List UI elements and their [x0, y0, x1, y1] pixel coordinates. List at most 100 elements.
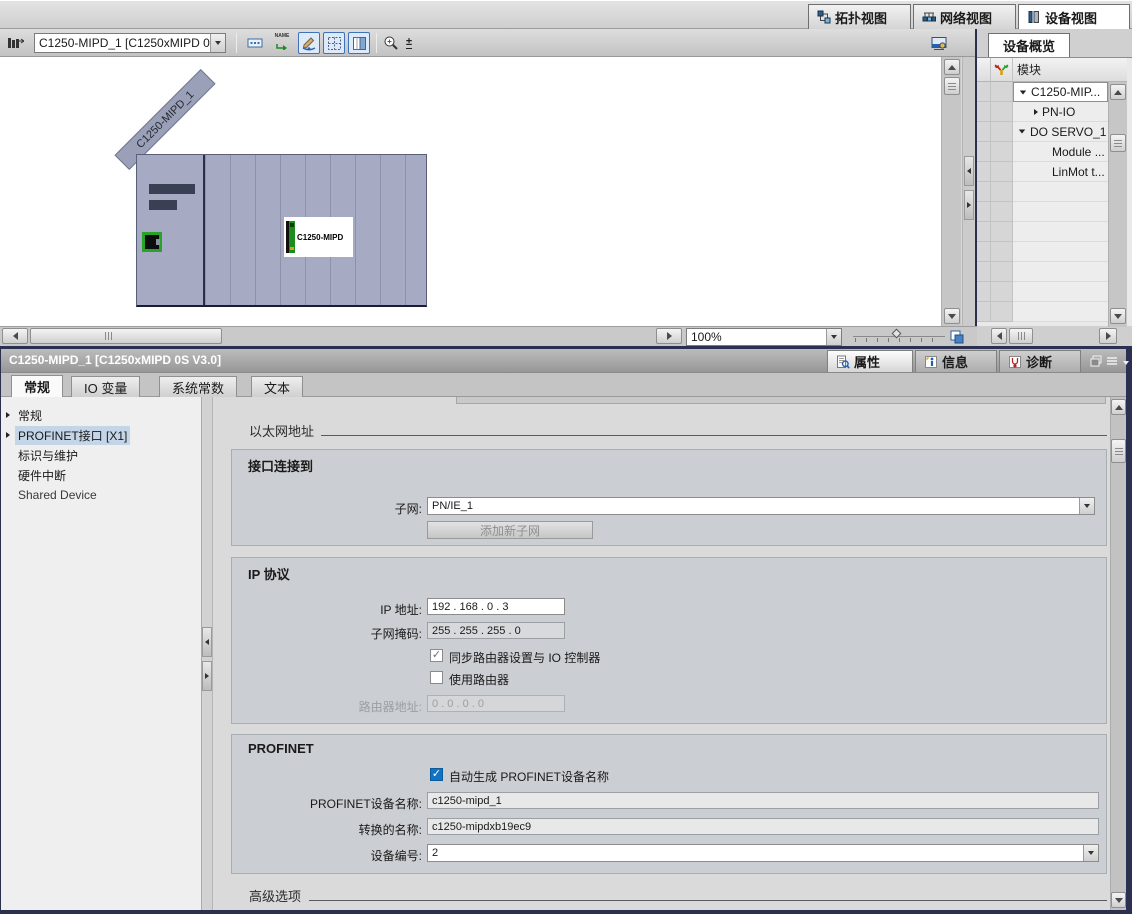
- menu-list-icon[interactable]: [1105, 354, 1119, 368]
- zoom-slider[interactable]: [853, 329, 945, 344]
- float-window-icon[interactable]: [1089, 354, 1103, 368]
- properties-splitter[interactable]: [202, 397, 213, 910]
- subnet-mask-field[interactable]: 255 . 255 . 255 . 0: [427, 622, 565, 639]
- form-vertical-scrollbar[interactable]: [1110, 397, 1126, 910]
- canvas-scroll-right-button[interactable]: [656, 328, 682, 344]
- tab-texts[interactable]: 文本: [251, 376, 303, 397]
- expand-icon[interactable]: [1034, 109, 1038, 115]
- zoom-dropdown-arrow-icon[interactable]: [826, 329, 841, 345]
- overview-empty-row: [977, 242, 1127, 262]
- collapse-icon[interactable]: [1020, 90, 1026, 94]
- nav-item-general[interactable]: 常规: [1, 405, 201, 425]
- show-module-labels-button[interactable]: NAME: [271, 32, 293, 54]
- edit-mode-button[interactable]: [298, 32, 320, 54]
- show-addresses-button[interactable]: [244, 32, 266, 54]
- use-router-checkbox[interactable]: [430, 671, 443, 684]
- show-grid-button[interactable]: [323, 32, 345, 54]
- subnet-dropdown-arrow-icon[interactable]: [1079, 498, 1094, 514]
- properties-splitter-right-handle[interactable]: [202, 661, 212, 691]
- nav-item-profinet-interface[interactable]: PROFINET接口 [X1]: [1, 425, 201, 445]
- overview-row-doservo[interactable]: DO SERVO_1: [977, 122, 1127, 142]
- overview-scroll-right-button[interactable]: [1099, 328, 1117, 344]
- subnet-label: 子网:: [232, 500, 422, 517]
- subnet-dropdown[interactable]: PN/IE_1: [427, 497, 1095, 515]
- rack-vent-bar-small: [149, 200, 177, 210]
- canvas-hscroll-thumb[interactable]: [30, 328, 222, 344]
- overview-row-c1250[interactable]: C1250-MIP...: [977, 82, 1127, 102]
- tab-general[interactable]: 常规: [11, 375, 63, 397]
- device-selector-dropdown[interactable]: C1250-MIPD_1 [C1250xMIPD 0: [34, 33, 226, 53]
- tab-diagnostics-label: 诊断: [1026, 352, 1052, 371]
- monitor-online-icon[interactable]: [928, 32, 950, 54]
- tab-network-view[interactable]: 网络视图: [913, 4, 1016, 29]
- ip-address-field[interactable]: 192 . 168 . 0 . 3: [427, 598, 565, 615]
- canvas-scroll-left-button[interactable]: [2, 328, 28, 344]
- overview-row-linmot[interactable]: LinMot t...: [977, 162, 1127, 182]
- zoom-level-dropdown[interactable]: 100%: [686, 328, 842, 346]
- device-view-toolbar: C1250-MIPD_1 [C1250xMIPD 0 NAME ±: [0, 29, 977, 57]
- zoom-tool-button[interactable]: [381, 32, 401, 54]
- form-scroll-up-button[interactable]: [1111, 399, 1126, 415]
- topology-icon: [817, 10, 831, 24]
- splitter-collapse-right-handle[interactable]: [964, 190, 974, 220]
- properties-splitter-left-handle[interactable]: [202, 627, 212, 657]
- canvas-scroll-down-button[interactable]: [944, 308, 960, 324]
- converted-name-field[interactable]: c1250-mipdxb19ec9: [427, 818, 1099, 835]
- nav-item-hardware-interrupt[interactable]: 硬件中断: [1, 465, 201, 485]
- tab-properties[interactable]: 属性: [827, 350, 913, 372]
- add-subnet-button[interactable]: 添加新子网: [427, 521, 593, 539]
- zoom-levels-icon[interactable]: ±: [402, 32, 416, 54]
- inspector-content: 常规 PROFINET接口 [X1] 标识与维护 硬件中断: [1, 397, 1126, 910]
- overview-empty-row: [977, 222, 1127, 242]
- canvas-vertical-scrollbar[interactable]: [941, 57, 961, 326]
- overview-scroll-left-button[interactable]: [991, 328, 1007, 344]
- router-address-field[interactable]: 0 . 0 . 0 . 0: [427, 695, 565, 712]
- overview-scroll-up-button[interactable]: [1110, 84, 1126, 100]
- sync-router-checkbox[interactable]: [430, 649, 443, 662]
- rack-navigation-icon[interactable]: [4, 32, 26, 54]
- overview-header-row: 模块: [977, 58, 1127, 82]
- ip-group-box: IP 协议 IP 地址: 192 . 168 . 0 . 3 子网掩码: 255…: [231, 557, 1107, 724]
- device-overview-tab[interactable]: 设备概览: [988, 33, 1070, 57]
- canvas-overview-splitter[interactable]: [962, 57, 975, 326]
- overview-hscroll-thumb[interactable]: [1009, 328, 1033, 344]
- nav-item-shared-device[interactable]: Shared Device: [1, 485, 201, 505]
- device-rack[interactable]: C1250-MIPD: [136, 154, 427, 307]
- device-number-dropdown[interactable]: 2: [427, 844, 1099, 862]
- profinet-port-icon[interactable]: [142, 232, 162, 252]
- canvas-vscroll-thumb[interactable]: [944, 77, 960, 95]
- device-selector-value: C1250-MIPD_1 [C1250xMIPD 0: [35, 36, 210, 50]
- canvas-scroll-up-button[interactable]: [944, 59, 960, 75]
- rack-vent-bar: [149, 184, 195, 194]
- tab-system-constants[interactable]: 系统常数: [159, 376, 237, 397]
- overview-row-module[interactable]: Module ...: [977, 142, 1127, 162]
- form-vscroll-thumb[interactable]: [1111, 439, 1126, 463]
- tab-diagnostics[interactable]: 诊断: [999, 350, 1081, 372]
- collapse-panel-icon[interactable]: [1119, 356, 1132, 370]
- nav-item-identification[interactable]: 标识与维护: [1, 445, 201, 465]
- tab-info[interactable]: 信息: [915, 350, 997, 372]
- auto-generate-name-checkbox[interactable]: [430, 768, 443, 781]
- device-number-arrow-icon[interactable]: [1083, 845, 1098, 861]
- split-editor-button[interactable]: [348, 32, 370, 54]
- collapse-icon[interactable]: [1019, 130, 1025, 134]
- overview-vscroll-thumb[interactable]: [1110, 134, 1126, 152]
- device-selector-arrow-icon[interactable]: [210, 34, 225, 52]
- plugged-module-card[interactable]: C1250-MIPD: [284, 217, 353, 257]
- tab-network-label: 网络视图: [940, 8, 992, 27]
- tab-topology-view[interactable]: 拓扑视图: [808, 4, 911, 29]
- overview-horizontal-scrollbar[interactable]: [977, 327, 1132, 346]
- servo-drive-icon: [286, 221, 295, 253]
- form-scroll-down-button[interactable]: [1111, 892, 1126, 908]
- fit-to-view-button[interactable]: [946, 326, 968, 348]
- profinet-device-name-field[interactable]: c1250-mipd_1: [427, 792, 1099, 809]
- overview-vertical-scrollbar[interactable]: [1108, 82, 1127, 327]
- device-canvas[interactable]: C1250-MIPD_1 C1250-MIPD: [0, 57, 941, 326]
- overview-scroll-down-button[interactable]: [1110, 308, 1126, 324]
- splitter-collapse-left-handle[interactable]: [964, 156, 974, 186]
- tab-io-tags[interactable]: IO 变量: [71, 376, 140, 397]
- profinet-device-name-label: PROFINET设备名称:: [232, 795, 422, 812]
- overview-row-pnio[interactable]: PN-IO: [977, 102, 1127, 122]
- inspector-title-bar: C1250-MIPD_1 [C1250xMIPD 0S V3.0] 属性 信息 …: [1, 349, 1126, 373]
- tab-device-view[interactable]: 设备视图: [1018, 4, 1130, 29]
